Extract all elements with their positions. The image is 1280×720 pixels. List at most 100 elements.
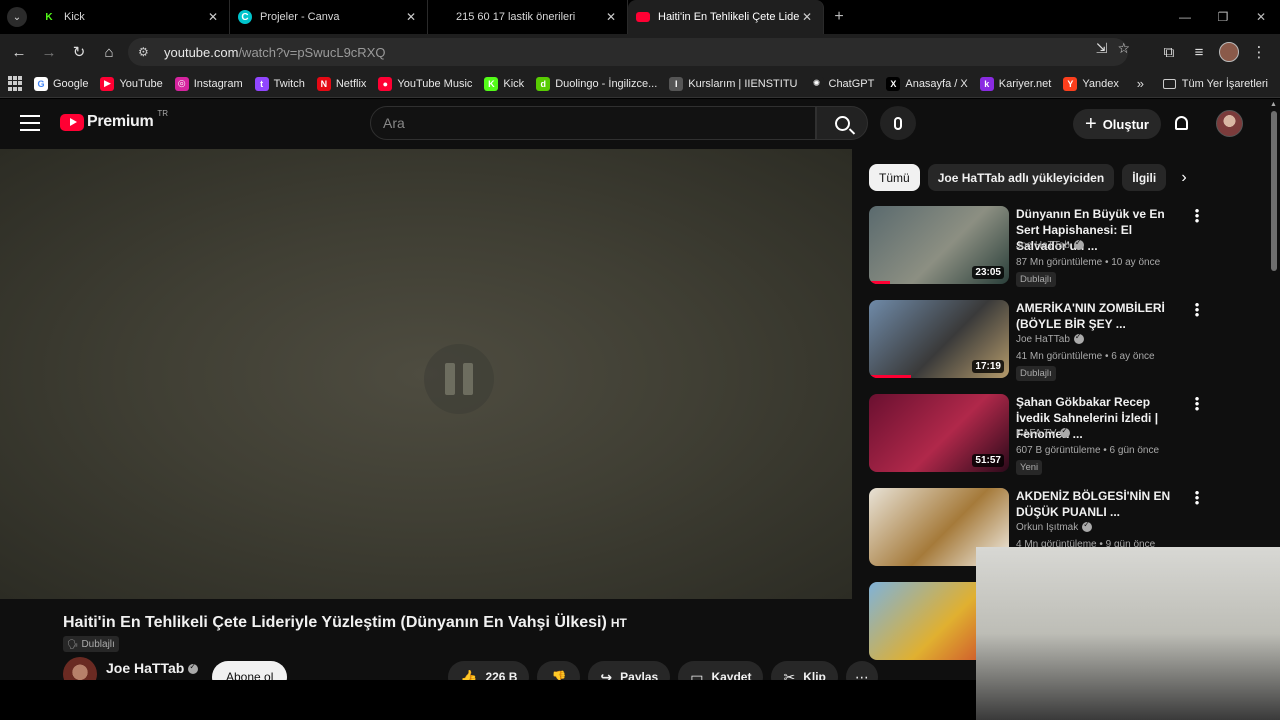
dubbed-badge: 🗣 Dublajlı	[63, 636, 119, 652]
back-arrow-icon[interactable]: ←	[4, 37, 34, 67]
video-thumbnail[interactable]: 23:05	[869, 206, 1009, 284]
channel-name-text: Joe HaTTab	[106, 660, 185, 676]
save-button[interactable]: ▭ Kaydet	[678, 661, 764, 680]
dubbed-label: Dublajlı	[81, 638, 115, 650]
bookmark-item[interactable]: k Kariyer.net	[979, 76, 1052, 91]
chevron-right-icon[interactable]: ›	[1172, 164, 1196, 191]
scroll-up-icon[interactable]: ▲	[1270, 101, 1277, 108]
browser-tab-canva[interactable]: C Projeler - Canva ✕	[230, 0, 428, 34]
bookmark-label: Kariyer.net	[998, 77, 1052, 90]
recommendation-channel[interactable]: Joe HaTTab	[1016, 238, 1084, 251]
bookmark-item[interactable]: I Kurslarım | IIENSTITU	[669, 76, 798, 91]
more-options-icon[interactable]: • • •	[1189, 486, 1205, 509]
browser-tab-youtube[interactable]: Haiti'in En Tehlikeli Çete Lideriy ✕	[628, 0, 824, 34]
bookmark-star-icon[interactable]: ☆	[1117, 40, 1130, 57]
extensions-icon[interactable]: ⧉	[1154, 37, 1184, 67]
bookmark-item[interactable]: ● YouTube Music	[378, 76, 472, 91]
bookmark-item[interactable]: d Duolingo - İngilizce...	[536, 76, 657, 91]
bookmark-favicon-icon: k	[979, 76, 994, 91]
bookmark-item[interactable]: ✺ ChatGPT	[809, 76, 874, 91]
chip-from-uploader[interactable]: Joe HaTTab adlı yükleyiciden	[927, 164, 1115, 191]
youtube-premium-logo[interactable]: Premium TR	[60, 109, 168, 131]
bookmark-label: Twitch	[273, 77, 305, 90]
bookmark-item[interactable]: Y Yandex	[1063, 76, 1119, 91]
subscribe-button[interactable]: Abone ol	[212, 661, 288, 680]
bookmark-item[interactable]: N Netflix	[316, 76, 366, 91]
apps-grid-icon[interactable]	[8, 75, 24, 92]
video-thumbnail[interactable]: 17:19	[869, 300, 1009, 378]
like-button[interactable]: 👍 226 B	[448, 661, 530, 680]
bookmark-label: Yandex	[1082, 77, 1119, 90]
recommendation-channel[interactable]: Orkun Işıtmak	[1016, 520, 1093, 533]
bookmark-item[interactable]: ▶ YouTube	[100, 76, 163, 91]
video-actions: 👍 226 B 👎 ↪ Paylaş ▭ Kaydet ✂ Klip ⋯	[448, 661, 878, 680]
create-button[interactable]: + Oluştur	[1073, 109, 1161, 139]
media-controls-icon[interactable]: ≡	[1184, 37, 1214, 67]
home-icon[interactable]: ⌂	[94, 37, 124, 67]
tab-title: 215 60 17 lastik önerileri	[456, 11, 576, 23]
notifications-bell-icon[interactable]	[1170, 111, 1192, 135]
related-chips: Tümü Joe HaTTab adlı yükleyiciden İlgili	[869, 164, 1167, 191]
share-button[interactable]: ↪ Paylaş	[588, 661, 671, 680]
dislike-button[interactable]: 👎	[537, 661, 581, 680]
address-bar[interactable]: ⚙ youtube.com/watch?v=pSwucL9cRXQ	[128, 38, 1128, 66]
channel-name-text: KAFA TV	[1016, 428, 1057, 439]
recommendation-title[interactable]: AKDENİZ BÖLGESİ'NİN EN DÜŞÜK PUANLI ...	[1016, 488, 1186, 520]
maximize-icon[interactable]: ❐	[1204, 0, 1242, 34]
recommendation-title[interactable]: AMERİKA'NIN ZOMBİLERİ (BÖYLE BİR ŞEY ...	[1016, 300, 1186, 332]
bookmark-item[interactable]: X Anasayfa / X	[886, 76, 968, 91]
browser-tab-kick[interactable]: K Kick ✕	[34, 0, 230, 34]
kick-favicon-icon: K	[45, 11, 53, 23]
bookmark-item[interactable]: G Google	[34, 76, 88, 91]
browser-menu-icon[interactable]: ⋮	[1244, 37, 1274, 67]
recommendation-meta: 607 B görüntüleme • 6 gün önce	[1016, 445, 1160, 456]
all-bookmarks-button[interactable]: Tüm Yer İşaretleri	[1162, 78, 1268, 90]
recommendation-item[interactable]: 23:05 Dünyanın En Büyük ve En Sert Hapish…	[869, 204, 1209, 300]
video-duration: 17:19	[972, 360, 1004, 373]
pause-icon[interactable]	[424, 344, 494, 414]
search-input[interactable]: Ara	[370, 106, 816, 140]
scrollbar-thumb[interactable]	[1271, 111, 1277, 271]
channel-name[interactable]: Joe HaTTab	[106, 660, 199, 676]
recommendation-item[interactable]: 51:57 Şahan Gökbakar Recep İvedik Sahnele…	[869, 392, 1209, 488]
url-path: /watch?v=pSwucL9cRXQ	[238, 44, 386, 60]
bookmarks-overflow-icon[interactable]: »	[1137, 76, 1144, 91]
recommendation-channel[interactable]: KAFA TV	[1016, 426, 1071, 439]
minimize-icon[interactable]: —	[1166, 0, 1204, 34]
new-tab-button[interactable]: +	[824, 8, 854, 26]
profile-avatar[interactable]	[1214, 37, 1244, 67]
more-options-icon[interactable]: • • •	[1189, 392, 1205, 415]
account-avatar[interactable]	[1216, 110, 1243, 137]
close-tab-icon[interactable]: ✕	[403, 10, 419, 24]
recommendation-channel[interactable]: Joe HaTTab	[1016, 332, 1084, 345]
reload-icon[interactable]: ↻	[64, 37, 94, 67]
more-options-icon[interactable]: • • •	[1189, 204, 1205, 227]
chip-all[interactable]: Tümü	[869, 164, 920, 191]
bookmark-item[interactable]: ◎ Instagram	[174, 76, 243, 91]
chevron-down-icon: ⌄	[7, 7, 27, 27]
browser-tab-search[interactable]: 215 60 17 lastik önerileri ✕	[428, 0, 628, 34]
close-tab-icon[interactable]: ✕	[603, 10, 619, 24]
clip-button[interactable]: ✂ Klip	[771, 661, 838, 680]
video-hashtag[interactable]: HT	[611, 616, 627, 630]
hamburger-menu-icon[interactable]	[20, 115, 40, 136]
site-info-icon[interactable]: ⚙	[138, 45, 156, 59]
bookmark-item[interactable]: t Twitch	[254, 76, 305, 91]
chip-related[interactable]: İlgili	[1122, 164, 1167, 191]
channel-name-text: Joe HaTTab	[1016, 240, 1070, 251]
install-app-icon[interactable]: ⇲	[1096, 40, 1108, 57]
recommendation-item[interactable]: 17:19 AMERİKA'NIN ZOMBİLERİ (BÖYLE BİR ŞE…	[869, 298, 1209, 394]
browser-toolbar: ← → ↻ ⌂ ⚙ youtube.com/watch?v=pSwucL9cRX…	[0, 34, 1280, 70]
channel-avatar[interactable]	[63, 657, 97, 680]
close-tab-icon[interactable]: ✕	[799, 10, 815, 24]
tab-search-button[interactable]: ⌄	[0, 0, 34, 34]
more-options-icon[interactable]: • • •	[1189, 298, 1205, 321]
forward-arrow-icon[interactable]: →	[34, 37, 64, 67]
video-player[interactable]	[0, 149, 852, 599]
close-tab-icon[interactable]: ✕	[205, 10, 221, 24]
video-thumbnail[interactable]: 51:57	[869, 394, 1009, 472]
close-window-icon[interactable]: ✕	[1242, 0, 1280, 34]
bookmark-item[interactable]: K Kick	[484, 76, 524, 91]
voice-search-button[interactable]	[880, 106, 916, 140]
search-button[interactable]	[816, 106, 868, 140]
